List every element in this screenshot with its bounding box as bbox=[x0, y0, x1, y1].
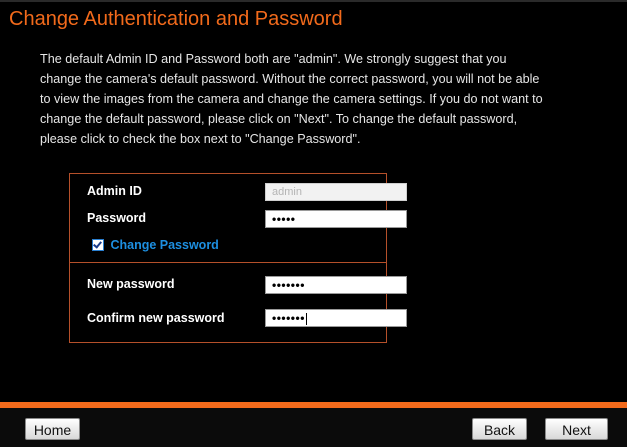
admin-id-label: Admin ID bbox=[87, 184, 142, 198]
home-button[interactable]: Home bbox=[25, 418, 80, 440]
intro-text: The default Admin ID and Password both a… bbox=[40, 49, 600, 149]
confirm-password-label: Confirm new password bbox=[87, 311, 225, 325]
back-button[interactable]: Back bbox=[472, 418, 527, 440]
new-password-field[interactable]: ••••••• bbox=[265, 276, 407, 294]
intro-line: The default Admin ID and Password both a… bbox=[40, 52, 507, 66]
password-field[interactable]: ••••• bbox=[265, 210, 407, 228]
change-password-label[interactable]: Change Password bbox=[110, 238, 218, 252]
footer-bar bbox=[0, 408, 627, 447]
text-cursor bbox=[305, 312, 307, 325]
next-button[interactable]: Next bbox=[545, 418, 608, 440]
page-title: Change Authentication and Password bbox=[9, 8, 343, 30]
confirm-password-value: ••••••• bbox=[272, 311, 305, 325]
wizard-frame: Change Authentication and Password The d… bbox=[0, 0, 627, 447]
new-password-label: New password bbox=[87, 277, 175, 291]
section-divider bbox=[70, 262, 386, 263]
intro-line: to view the images from the camera and c… bbox=[40, 92, 543, 106]
intro-line: change the default password, please clic… bbox=[40, 112, 518, 126]
checkbox-checked-icon[interactable] bbox=[92, 238, 104, 251]
admin-id-field: admin bbox=[265, 183, 407, 201]
confirm-password-field[interactable]: ••••••• bbox=[265, 309, 407, 327]
intro-line: please click to check the box next to "C… bbox=[40, 132, 361, 146]
change-password-toggle[interactable]: Change Password bbox=[92, 236, 219, 254]
password-label: Password bbox=[87, 211, 147, 225]
intro-line: change the camera's default password. Wi… bbox=[40, 72, 540, 86]
top-border bbox=[0, 0, 627, 2]
credentials-form: Admin ID admin Password ••••• Change Pas… bbox=[69, 173, 407, 343]
